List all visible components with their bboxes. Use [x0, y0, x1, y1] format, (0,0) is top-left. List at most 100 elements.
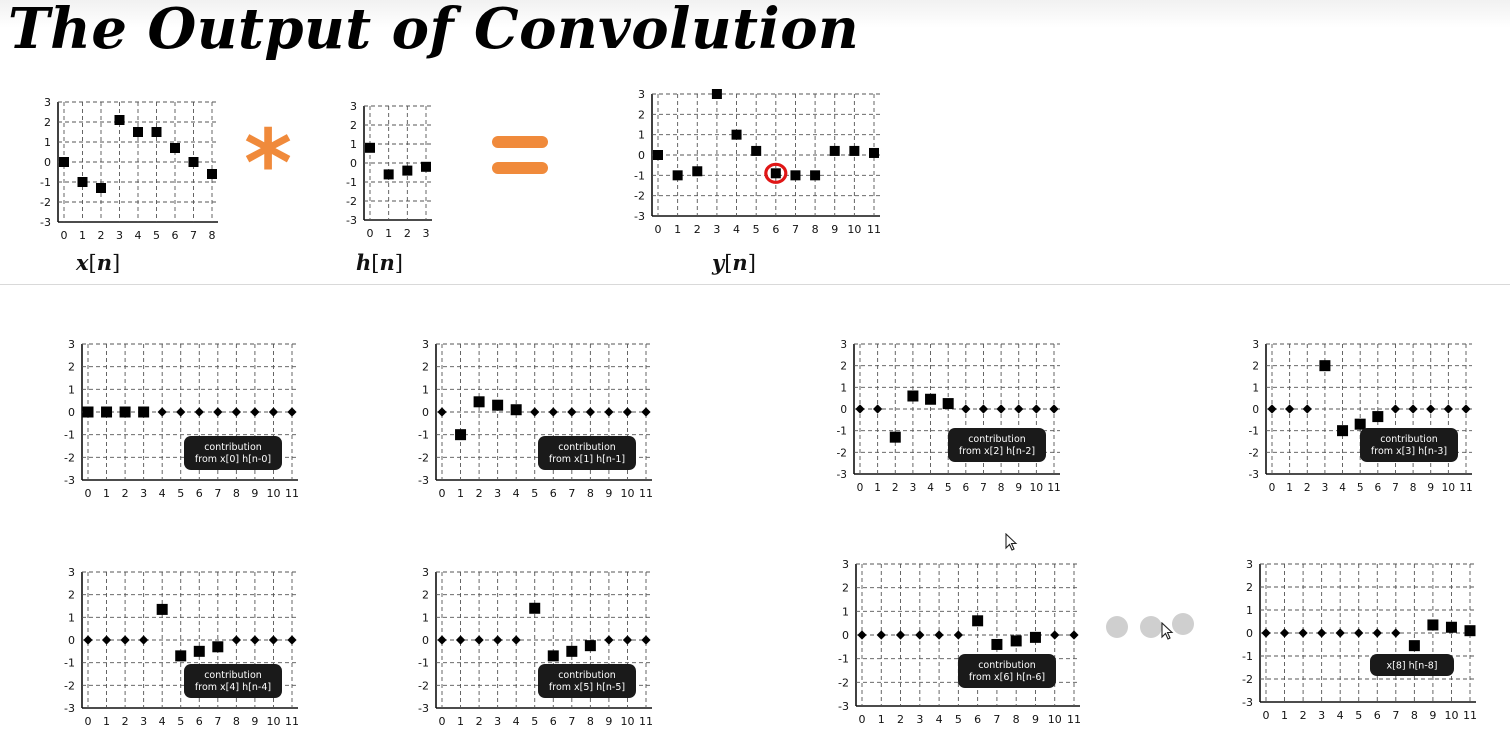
x-tick-label: 4: [733, 223, 740, 236]
data-point-zero: [961, 404, 971, 414]
y-tick-label: 3: [840, 339, 847, 351]
contribution-label-text: from x[6] h[n-6]: [969, 672, 1045, 683]
y-tick-label: -1: [64, 657, 75, 670]
y-tick-label: -3: [1249, 469, 1259, 481]
x-tick-label: 9: [1429, 709, 1436, 722]
x-tick-label: 10: [1048, 713, 1062, 726]
data-point: [473, 396, 485, 408]
y-tick-label: -1: [837, 426, 847, 438]
y-tick-label: -2: [1249, 447, 1259, 459]
y-tick-label: -2: [64, 679, 75, 692]
x-tick-label: 3: [910, 482, 917, 494]
data-point-zero: [268, 635, 279, 645]
ellipsis-dot-1: [1106, 616, 1128, 638]
grid: [651, 93, 880, 217]
data-point: [151, 127, 162, 137]
y-tick-label: 0: [68, 634, 75, 647]
x-tick-label: 10: [1442, 482, 1455, 494]
x-tick-label: 9: [1015, 482, 1022, 494]
y-tick-label: 1: [840, 382, 847, 394]
data-point-zero: [1050, 630, 1060, 640]
data-point-zero: [622, 407, 633, 417]
y-tick-label: 0: [68, 406, 75, 419]
x-tick-label: 7: [568, 487, 575, 500]
y-tick-label: -2: [837, 447, 847, 459]
label-x-var: x: [76, 250, 89, 275]
y-tick-label: 0: [1252, 404, 1259, 416]
y-tick-label: -1: [634, 169, 645, 182]
data-point: [175, 650, 187, 662]
chart-contribution-0: 3210-1-2-30 1 2 3 4 5 6 7 8 9 10 11contributionfrom…: [64, 338, 299, 500]
x-tick-label: 1: [103, 487, 110, 500]
y-tick-label: -2: [40, 196, 51, 209]
x-tick-label: 8: [1411, 709, 1418, 722]
x-tick-label: 5: [955, 713, 962, 726]
y-tick-label: -2: [346, 195, 357, 208]
y-tick-label: 1: [1252, 382, 1259, 394]
data-point: [188, 157, 199, 167]
data-point: [1029, 631, 1041, 643]
data-point-zero: [641, 407, 651, 417]
y-tick-label: 2: [68, 589, 75, 602]
y-tick-label: -1: [418, 429, 429, 442]
x-tick-label: 8: [587, 715, 594, 728]
data-point: [114, 115, 125, 125]
x-tick-label: 8: [1013, 713, 1020, 726]
contribution-label-text: from x[5] h[n-5]: [549, 682, 625, 693]
y-tick-label: 2: [1252, 361, 1259, 373]
ellipsis-dot-3: [1172, 613, 1194, 635]
data-point: [751, 145, 762, 156]
x-tick-label: 8: [233, 487, 240, 500]
contribution-label-text: from x[3] h[n-3]: [1371, 446, 1447, 457]
data-point-zero: [1354, 628, 1364, 638]
contribution-label-text: contribution: [1380, 434, 1438, 445]
data-point-zero: [194, 407, 204, 417]
x-tick-label: 7: [792, 223, 799, 236]
data-point: [991, 638, 1003, 650]
data-point: [566, 645, 578, 657]
x-tick-label: 4: [159, 487, 166, 500]
chart-contribution-8: 3210-1-2-30 1 2 3 4 5 6 7 8 9 10 11x[8] h[n-8]: [1242, 558, 1477, 722]
x-tick-label: 5: [177, 715, 184, 728]
y-tick-label: 1: [842, 605, 849, 618]
label-h-bracket-close: ]: [394, 251, 403, 275]
x-tick-label: 8: [1410, 482, 1417, 494]
data-point: [584, 640, 596, 652]
x-tick-label: 2: [404, 227, 411, 240]
chart-contribution-1: 3210-1-2-30 1 2 3 4 5 6 7 8 9 10 11contributionfrom…: [418, 338, 653, 500]
x-tick-label: 11: [639, 487, 653, 500]
x-tick-label: 11: [1047, 482, 1060, 494]
data-point: [193, 645, 205, 657]
y-tick-label: 2: [422, 361, 429, 374]
section-divider: [0, 284, 1510, 285]
data-point: [59, 157, 69, 167]
x-tick-label: 11: [1459, 482, 1472, 494]
data-point: [207, 169, 217, 179]
data-point: [212, 641, 224, 653]
x-tick-label: 1: [385, 227, 392, 240]
x-tick-label: 3: [713, 223, 720, 236]
data-point: [119, 406, 131, 418]
x-tick-label: 9: [251, 487, 258, 500]
data-point-zero: [437, 407, 447, 417]
x-tick-label: 2: [1304, 482, 1311, 494]
data-point-zero: [437, 635, 447, 645]
x-tick-label: 9: [605, 487, 612, 500]
x-tick-label: 3: [423, 227, 430, 240]
equals-bar-bottom: [492, 162, 548, 174]
data-point-zero: [1443, 404, 1453, 414]
x-tick-label: 8: [998, 482, 1005, 494]
data-point-zero: [176, 407, 186, 417]
data-point-zero: [1049, 404, 1059, 414]
x-tick-label: 9: [831, 223, 838, 236]
label-y-idx: n: [732, 250, 748, 275]
x-tick-label: 0: [85, 715, 92, 728]
x-tick-label: 3: [494, 715, 501, 728]
x-tick-label: 0: [859, 713, 866, 726]
y-tick-label: -2: [838, 676, 849, 689]
contribution-label-text: contribution: [978, 660, 1036, 671]
x-tick-label: 7: [1392, 482, 1399, 494]
y-tick-label: 1: [350, 138, 357, 151]
y-tick-label: 2: [422, 589, 429, 602]
y-tick-label: 1: [422, 611, 429, 624]
